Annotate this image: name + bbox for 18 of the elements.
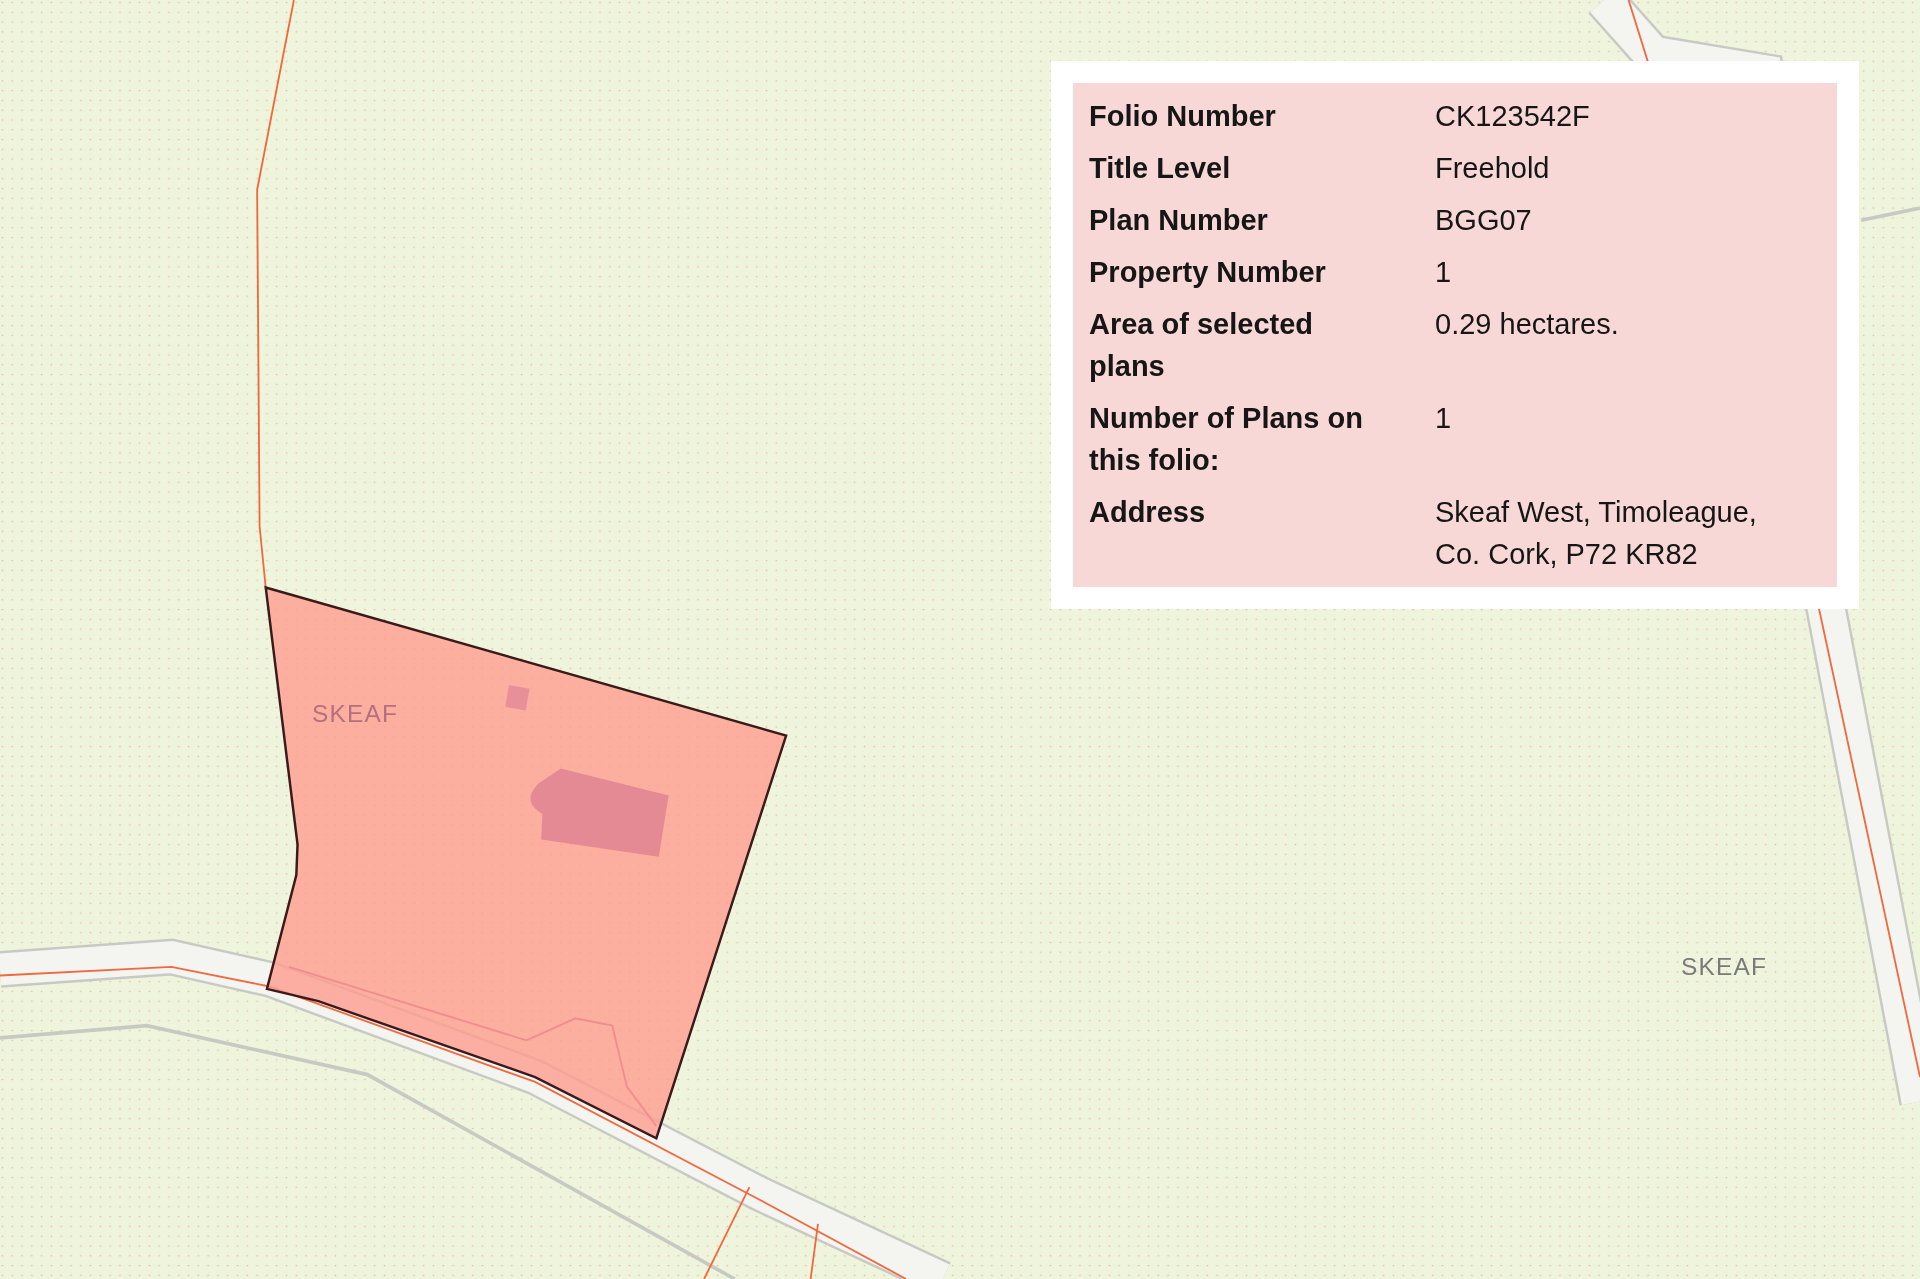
field-value: 0.29 hectares. bbox=[1435, 307, 1619, 342]
field-label: Address bbox=[1089, 495, 1206, 530]
building-shape bbox=[505, 685, 530, 711]
field-value: CK123542F bbox=[1435, 99, 1590, 134]
field-value: Skeaf West, Timoleague, Co. Cork, P72 KR82 bbox=[1435, 495, 1758, 572]
field-label: Property Number bbox=[1089, 255, 1326, 290]
field-value: Freehold bbox=[1435, 151, 1550, 186]
field-value: BGG07 bbox=[1435, 203, 1532, 238]
field-label: Folio Number bbox=[1089, 99, 1276, 134]
field-value: 1 bbox=[1435, 255, 1452, 290]
field-label: Plan Number bbox=[1089, 203, 1268, 238]
field-label: Title Level bbox=[1089, 151, 1231, 186]
field-label: Number of Plans on this folio: bbox=[1089, 401, 1364, 478]
place-label: SKEAF bbox=[311, 700, 399, 728]
field-value: 1 bbox=[1435, 401, 1452, 436]
field-label: Area of selected plans bbox=[1089, 307, 1315, 384]
track-line bbox=[1860, 206, 1920, 223]
place-label: SKEAF bbox=[1680, 953, 1768, 981]
